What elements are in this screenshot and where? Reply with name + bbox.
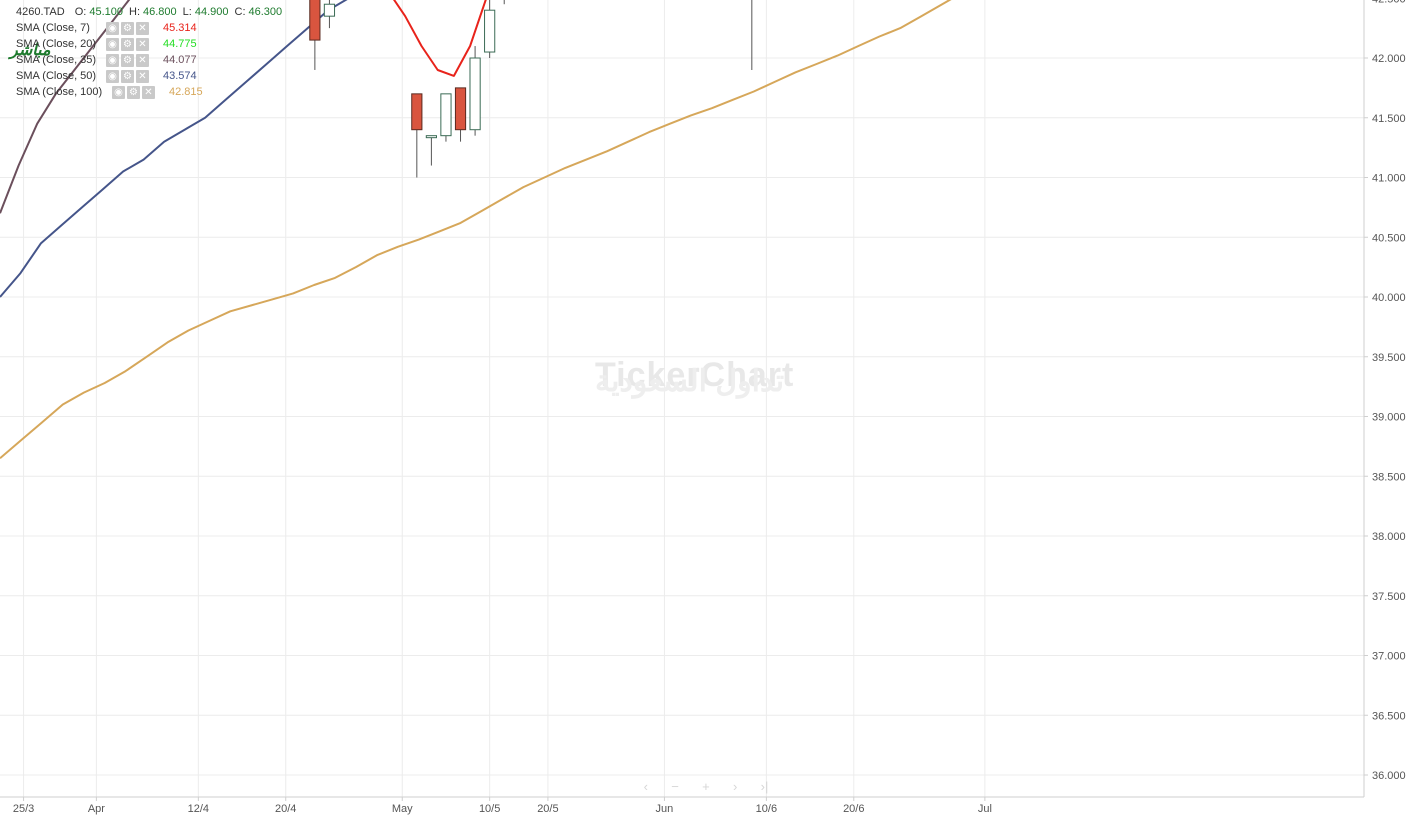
open-value: 45.100 — [89, 6, 123, 18]
candle-body — [411, 93, 423, 131]
candle-body — [425, 135, 437, 139]
x-tick-label: Jul — [978, 803, 992, 815]
indicator-row: SMA (Close, 100) ◉ ⚙ ✕ 42.815 — [16, 84, 288, 100]
close-icon[interactable]: ✕ — [136, 37, 149, 51]
y-tick-label: 41.500 — [1372, 113, 1406, 125]
y-tick-label: 39.000 — [1372, 412, 1406, 424]
x-tick-label: May — [392, 803, 413, 815]
x-tick-label: Apr — [88, 803, 105, 815]
indicator-name: SMA (Close, 35) — [16, 54, 97, 66]
eye-icon[interactable]: ◉ — [106, 69, 119, 83]
x-tick-label: 10/5 — [479, 803, 500, 815]
skip-end-icon[interactable]: ›| — [761, 779, 769, 794]
indicator-value: 44.077 — [163, 54, 197, 66]
candle-body — [454, 87, 467, 131]
y-tick-label: 36.500 — [1372, 710, 1406, 722]
indicator-name: SMA (Close, 7) — [16, 22, 90, 34]
candle-body — [469, 57, 481, 131]
price-chart[interactable]: 36.000 36.500 37.000 37.500 38.000 38.500 39.0… — [0, 0, 1410, 820]
y-tick-label: 38.500 — [1372, 471, 1406, 483]
gear-icon[interactable]: ⚙ — [127, 85, 140, 99]
close-value: 46.300 — [248, 6, 283, 18]
x-axis: 25/3 Apr 12/4 20/4 May 10/5 20/5 Jun 10/6 20/6 Jul — [13, 797, 992, 815]
chevron-left-icon[interactable]: ‹ — [644, 779, 648, 794]
eye-icon[interactable]: ◉ — [106, 37, 119, 51]
y-tick-label: 41.000 — [1372, 173, 1406, 185]
y-axis: 36.000 36.500 37.000 37.500 38.000 38.500 39.0… — [1364, 0, 1406, 782]
indicator-name: SMA (Close, 20) — [16, 38, 97, 50]
x-tick-label: 12/4 — [188, 803, 209, 815]
indicator-row: SMA (Close, 7) ◉ ⚙ ✕ 45.314 — [16, 20, 288, 36]
y-tick-label: 38.000 — [1372, 531, 1406, 543]
gear-icon[interactable]: ⚙ — [121, 69, 134, 83]
x-tick-label: 20/4 — [275, 803, 296, 815]
indicator-value: 42.815 — [169, 86, 203, 98]
close-icon[interactable]: ✕ — [136, 21, 149, 35]
gear-icon[interactable]: ⚙ — [121, 21, 134, 35]
y-tick-label: 42.500 — [1372, 0, 1406, 5]
eye-icon[interactable]: ◉ — [106, 21, 119, 35]
chart-legend: 4260.TAD O: 45.100 H: 46.800 L: 44.900 C: 46… — [16, 4, 288, 100]
chevron-right-icon[interactable]: › — [733, 779, 737, 794]
open-label: O: — [74, 6, 87, 18]
low-label: L: — [182, 6, 192, 18]
indicator-name: SMA (Close, 100) — [16, 86, 103, 98]
y-tick-label: 36.000 — [1372, 770, 1406, 782]
close-icon[interactable]: ✕ — [142, 85, 155, 99]
indicator-row: SMA (Close, 50) ◉ ⚙ ✕ 43.574 — [16, 68, 288, 84]
gear-icon[interactable]: ⚙ — [121, 53, 134, 67]
indicator-value: 44.775 — [163, 38, 197, 50]
y-tick-label: 40.000 — [1372, 292, 1406, 304]
indicator-row: SMA (Close, 20) ◉ ⚙ ✕ 44.775 — [16, 36, 288, 52]
high-value: 46.800 — [143, 6, 177, 18]
y-tick-label: 37.000 — [1372, 651, 1406, 663]
candle-body — [309, 0, 321, 41]
close-icon[interactable]: ✕ — [136, 53, 149, 67]
x-tick-label: 10/6 — [756, 803, 777, 815]
high-label: H: — [129, 6, 140, 18]
x-tick-label: 25/3 — [13, 803, 34, 815]
chart-navigation: ‹ − + › ›| — [632, 778, 780, 794]
zoom-in-icon[interactable]: + — [702, 779, 710, 794]
indicator-row: SMA (Close, 35) ◉ ⚙ ✕ 44.077 — [16, 52, 288, 68]
gear-icon[interactable]: ⚙ — [121, 37, 134, 51]
x-tick-label: Jun — [656, 803, 674, 815]
candle-body — [484, 9, 496, 53]
x-tick-label: 20/6 — [843, 803, 864, 815]
zoom-out-icon[interactable]: − — [671, 779, 679, 794]
y-tick-label: 42.000 — [1372, 53, 1406, 65]
ohlc-row: 4260.TAD O: 45.100 H: 46.800 L: 44.900 C: 46… — [16, 4, 288, 20]
candle-body — [323, 3, 336, 17]
close-label: C: — [234, 6, 246, 18]
x-tick-label: 20/5 — [537, 803, 558, 815]
indicator-value: 43.574 — [163, 70, 197, 82]
candle-body — [440, 93, 452, 137]
eye-icon[interactable]: ◉ — [112, 85, 125, 99]
eye-icon[interactable]: ◉ — [106, 53, 119, 67]
indicator-value: 45.314 — [163, 22, 197, 34]
y-tick-label: 39.500 — [1372, 352, 1406, 364]
indicator-name: SMA (Close, 50) — [16, 70, 97, 82]
close-icon[interactable]: ✕ — [136, 69, 149, 83]
y-tick-label: 40.500 — [1372, 232, 1406, 244]
low-value: 44.900 — [194, 6, 229, 18]
y-tick-label: 37.500 — [1372, 591, 1406, 603]
symbol-label: 4260.TAD — [16, 6, 65, 18]
